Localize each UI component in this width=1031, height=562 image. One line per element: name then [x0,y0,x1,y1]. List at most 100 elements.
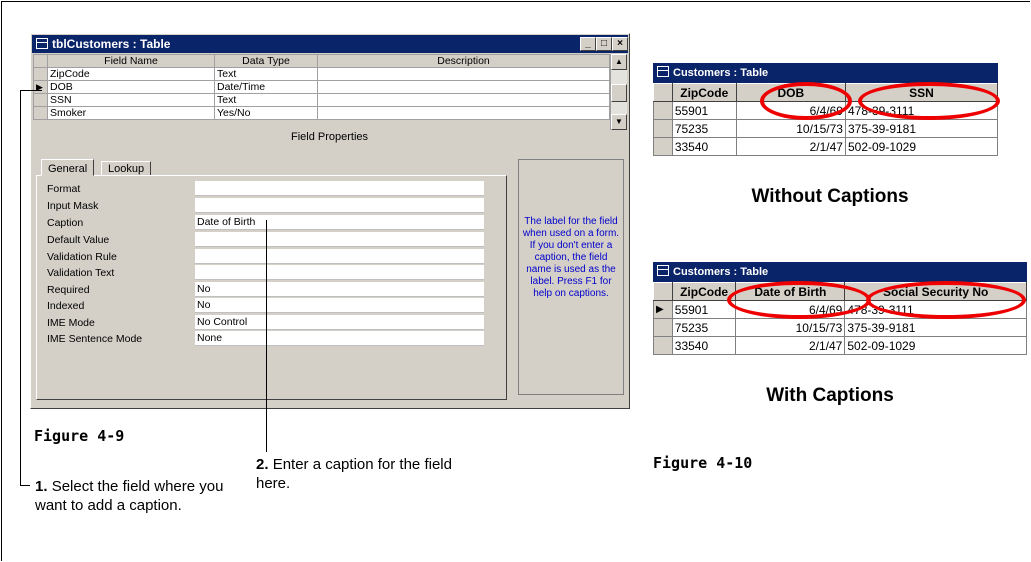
row-selector[interactable] [33,67,48,81]
zipcode-cell[interactable]: 75235 [671,318,737,337]
caption-input[interactable]: Date of Birth [195,215,484,230]
table-row[interactable]: ZipCode Text [33,67,610,81]
zipcode-cell[interactable]: 55901 [671,300,737,319]
property-label-validation-text: Validation Text [47,267,115,279]
figure-label-right: Figure 4-10 [653,454,753,472]
description-cell[interactable] [317,93,610,107]
vertical-scrollbar[interactable]: ▲ ▼ [610,54,627,130]
property-value-input-mask[interactable] [195,198,484,213]
step-2: 2. Enter a caption for the field here. [256,455,456,493]
property-value-default-value[interactable] [195,232,484,247]
table-row[interactable]: Smoker Yes/No [33,106,610,120]
highlight-ellipse-date-of-birth [727,281,871,319]
datasheet-titlebar: Customers : Table [653,262,1027,282]
maximize-button[interactable]: □ [596,37,612,51]
datasheet-title: Customers : Table [673,266,769,278]
design-window-titlebar: tblCustomers : Table _ □ × [32,35,628,53]
highlight-ellipse-ssn [858,82,1000,120]
description-cell[interactable] [317,80,610,94]
property-label-input-mask: Input Mask [47,200,99,212]
row-selector[interactable] [653,336,673,355]
data-type-cell[interactable]: Yes/No [214,106,318,120]
property-value-ime-sentence-mode[interactable]: None [195,331,484,346]
row-selector[interactable] [653,101,673,120]
column-header-data-type: Data Type [214,54,318,68]
ssn-cell[interactable]: 375-39-9181 [844,318,1027,337]
description-cell[interactable] [317,106,610,120]
table-row[interactable]: SSN Text [33,93,610,107]
datasheet-title: Customers : Table [673,67,769,79]
scroll-down-button[interactable]: ▼ [611,114,627,130]
step-2-number: 2. [256,456,269,473]
table-icon [657,66,669,77]
table-row[interactable]: 75235 10/15/73 375-39-9181 [653,119,999,138]
ssn-cell[interactable]: 375-39-9181 [844,119,999,138]
minimize-button[interactable]: _ [580,37,596,51]
field-name-cell[interactable]: SSN [47,93,215,107]
ssn-cell[interactable]: 502-09-1029 [844,137,999,156]
step-1-number: 1. [35,478,48,495]
tab-lookup[interactable]: Lookup [101,161,152,176]
scroll-thumb[interactable] [611,84,627,102]
row-selector-header [653,83,673,102]
date-of-birth-cell[interactable]: 10/15/73 [735,318,846,337]
property-label-indexed: Indexed [47,300,85,312]
row-selector[interactable] [33,93,48,107]
property-label-validation-rule: Validation Rule [47,251,117,263]
zipcode-cell[interactable]: 75235 [671,119,737,138]
table-row[interactable]: ▶ DOB Date/Time [33,80,610,94]
zipcode-cell[interactable]: 33540 [671,137,737,156]
column-header-zipcode[interactable]: ZipCode [671,83,737,102]
property-value-format[interactable] [195,181,484,196]
table-row[interactable]: 33540 2/1/47 502-09-1029 [653,336,1027,355]
tab-general[interactable]: General [41,159,95,176]
column-header-field-name: Field Name [47,54,215,68]
field-properties-label: Field Properties [290,131,369,143]
ssn-cell[interactable]: 502-09-1029 [844,336,1027,355]
property-label-caption: Caption [47,217,84,229]
dob-cell[interactable]: 10/15/73 [735,119,846,138]
property-label-ime-sentence-mode: IME Sentence Mode [47,333,143,345]
data-type-cell[interactable]: Text [214,93,318,107]
field-grid: Field Name Data Type Description ZipCode… [33,54,610,120]
field-name-cell[interactable]: ZipCode [47,67,215,81]
row-selector[interactable] [653,318,673,337]
description-cell[interactable] [317,67,610,81]
highlight-ellipse-dob [760,82,852,120]
data-type-cell[interactable]: Date/Time [214,80,318,94]
dob-cell[interactable]: 2/1/47 [735,137,846,156]
row-selector[interactable] [33,106,48,120]
table-row[interactable]: 75235 10/15/73 375-39-9181 [653,318,1027,337]
row-selector-current[interactable]: ▶ [653,300,673,319]
table-icon [36,38,48,49]
step-1: 1. Select the field where you want to ad… [35,477,225,515]
callout-line-1-vertical [20,90,21,486]
property-label-default-value: Default Value [47,234,110,246]
step-2-text: Enter a caption for the field here. [256,456,452,492]
field-name-cell[interactable]: Smoker [47,106,215,120]
property-value-validation-text[interactable] [195,265,484,280]
row-selector-header [653,282,673,301]
property-value-indexed[interactable]: No [195,298,484,313]
date-of-birth-cell[interactable]: 2/1/47 [735,336,846,355]
property-label-ime-mode: IME Mode [47,317,95,329]
data-type-cell[interactable]: Text [214,67,318,81]
field-name-cell[interactable]: DOB [47,80,215,94]
callout-line-2 [266,220,267,452]
close-button[interactable]: × [612,37,628,51]
zipcode-cell[interactable]: 33540 [671,336,737,355]
property-help-text: The label for the field when used on a f… [518,159,624,395]
property-value-ime-mode[interactable]: No Control [195,315,484,330]
property-value-required[interactable]: No [195,282,484,297]
row-selector[interactable] [653,119,673,138]
zipcode-cell[interactable]: 55901 [671,101,737,120]
table-row[interactable]: 33540 2/1/47 502-09-1029 [653,137,999,156]
callout-line-1-top [20,90,42,91]
property-value-validation-rule[interactable] [195,249,484,264]
row-selector[interactable] [653,137,673,156]
property-label-format: Format [47,183,81,195]
row-selector-current[interactable]: ▶ [33,80,48,94]
scroll-up-button[interactable]: ▲ [611,54,627,70]
design-window-title: tblCustomers : Table [52,37,171,51]
table-icon [657,265,669,276]
